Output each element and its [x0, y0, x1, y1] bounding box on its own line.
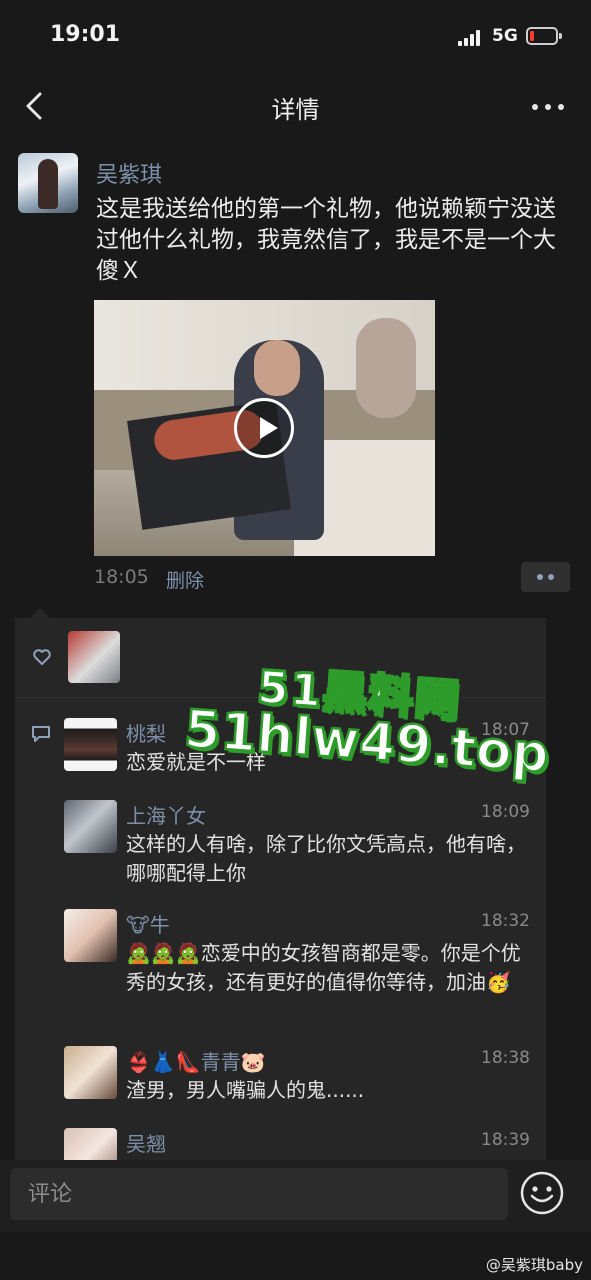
source-credit: @吴紫琪baby [485, 1256, 583, 1274]
video-thumbnail[interactable] [94, 300, 435, 556]
panel-arrow [30, 608, 50, 618]
comment-text: 🧟🧟🧟恋爱中的女孩智商都是零。你是个优秀的女孩，还有更好的值得你等待，加油🥳 [126, 941, 521, 994]
commenter-avatar[interactable] [64, 718, 117, 771]
network-type: 5G [492, 26, 518, 46]
commenter-name[interactable]: 上海丫女 [126, 800, 206, 829]
status-time: 19:01 [50, 22, 121, 47]
heart-icon [33, 649, 51, 665]
battery-icon [526, 27, 562, 45]
nav-bar: 详情 [0, 76, 591, 136]
comment-input[interactable] [10, 1168, 508, 1220]
comment-time: 18:39 [481, 1130, 530, 1150]
comment-text: 这样的人有啥，除了比你文凭高点，他有啥，哪哪配得上你 [126, 832, 526, 885]
post-time: 18:05 [94, 566, 149, 588]
like-comment-menu-button[interactable] [521, 562, 570, 592]
commenter-name[interactable]: 👙👗👠青青🐷 [126, 1046, 266, 1075]
comment-time: 18:09 [481, 802, 530, 822]
commenter-avatar[interactable] [64, 800, 117, 853]
commenter-name[interactable]: 吴翘 [126, 1128, 166, 1157]
status-bar: 19:01 5G [0, 0, 591, 76]
commenter-avatar[interactable] [64, 909, 117, 962]
comment-item[interactable]: 🐮牛 18:32 🧟🧟🧟恋爱中的女孩智商都是零。你是个优秀的女孩，还有更好的值得… [64, 909, 534, 1027]
play-icon[interactable] [234, 398, 294, 458]
author-name[interactable]: 吴紫琪 [96, 157, 162, 189]
comment-item[interactable]: 👙👗👠青青🐷 18:38 渣男，男人嘴骗人的鬼...... [64, 1046, 534, 1106]
commenter-name[interactable]: 桃梨 [126, 718, 166, 747]
comment-text: 渣男，男人嘴骗人的鬼...... [126, 1078, 365, 1102]
more-button[interactable] [528, 96, 568, 116]
comment-item[interactable]: 上海丫女 18:09 这样的人有啥，除了比你文凭高点，他有啥，哪哪配得上你 [64, 800, 534, 890]
page-title: 详情 [271, 96, 320, 124]
emoji-icon[interactable] [519, 1170, 565, 1216]
comment-time: 18:32 [481, 911, 530, 931]
delete-button[interactable]: 删除 [166, 566, 204, 593]
liker-avatar[interactable] [68, 631, 120, 683]
comment-icon [32, 726, 50, 742]
comment-time: 18:38 [481, 1048, 530, 1068]
more-icon [532, 104, 538, 110]
commenter-name[interactable]: 🐮牛 [126, 909, 170, 938]
commenter-avatar[interactable] [64, 1046, 117, 1099]
signal-icon [458, 30, 484, 46]
comment-item[interactable]: 吴翘 18:39 [64, 1128, 534, 1160]
commenter-avatar[interactable] [64, 1128, 117, 1160]
author-avatar[interactable] [18, 153, 78, 213]
post-text: 这是我送给他的第一个礼物，他说赖颖宁没送过他什么礼物，我竟然信了，我是不是一个大… [96, 196, 556, 284]
